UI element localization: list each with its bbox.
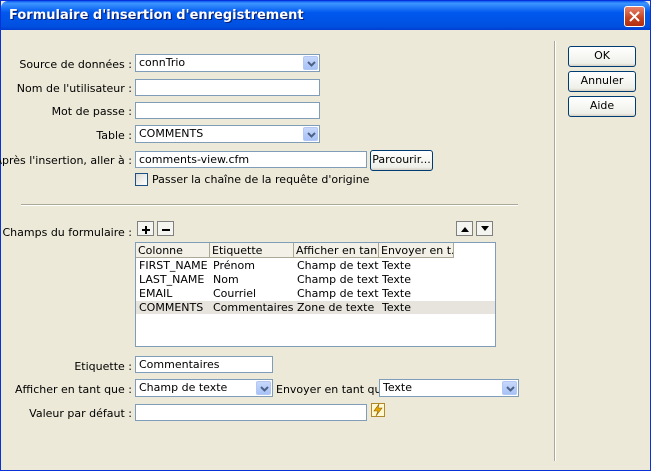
cell-afficher: Champ de texte bbox=[297, 287, 379, 300]
horizontal-divider bbox=[21, 204, 518, 206]
table-select-value: COMMENTS bbox=[139, 127, 204, 140]
vertical-divider bbox=[554, 41, 556, 461]
after-insert-label: Après l'insertion, aller à : bbox=[0, 154, 132, 167]
table-row[interactable]: EMAIL Courriel Champ de texte Texte bbox=[136, 287, 495, 300]
after-insert-input[interactable]: comments-view.cfm bbox=[135, 151, 367, 168]
cell-colonne: LAST_NAME bbox=[139, 273, 205, 286]
table-row-selected[interactable]: COMMENTS Commentaires Zone de texte Text… bbox=[136, 301, 495, 314]
user-input[interactable] bbox=[135, 79, 320, 96]
move-up-button[interactable] bbox=[456, 221, 473, 236]
triangle-up-icon bbox=[461, 227, 469, 232]
fields-label: Champs du formulaire : bbox=[2, 226, 133, 239]
cell-envoyer: Texte bbox=[382, 301, 412, 314]
etiquette-label: Etiquette : bbox=[74, 360, 132, 373]
user-label: Nom de l'utilisateur : bbox=[16, 82, 132, 95]
etiquette-input[interactable]: Commentaires bbox=[135, 356, 273, 373]
column-header[interactable]: Etiquette bbox=[210, 243, 294, 258]
pass-query-checkbox[interactable] bbox=[135, 173, 148, 186]
submit-as-value: Texte bbox=[383, 381, 413, 394]
display-as-select[interactable]: Champ de texte bbox=[135, 379, 273, 397]
cell-afficher: Zone de texte bbox=[297, 301, 375, 314]
close-icon bbox=[629, 11, 640, 22]
triangle-down-icon bbox=[481, 226, 489, 231]
chevron-down-icon bbox=[260, 386, 269, 392]
table-select[interactable]: COMMENTS bbox=[135, 125, 320, 143]
minus-icon bbox=[162, 229, 170, 231]
cell-etiquette: Prénom bbox=[213, 259, 255, 272]
display-as-dropdown-button[interactable] bbox=[256, 381, 271, 395]
browse-button[interactable]: Parcourir... bbox=[370, 150, 433, 171]
submit-as-label: Envoyer en tant que : bbox=[276, 383, 396, 396]
table-row[interactable]: LAST_NAME Nom Champ de texte Texte bbox=[136, 273, 495, 286]
fields-table[interactable]: Colonne Etiquette Afficher en tan... Env… bbox=[135, 242, 496, 347]
submit-as-dropdown-button[interactable] bbox=[502, 381, 517, 395]
dialog-window: Formulaire d'insertion d'enregistrement … bbox=[0, 0, 651, 471]
add-field-button[interactable] bbox=[137, 221, 154, 236]
column-header[interactable]: Afficher en tan... bbox=[294, 243, 379, 258]
cell-envoyer: Texte bbox=[382, 259, 412, 272]
display-as-label: Afficher en tant que : bbox=[15, 383, 132, 396]
cell-envoyer: Texte bbox=[382, 273, 412, 286]
cell-envoyer: Texte bbox=[382, 287, 412, 300]
table-row[interactable]: FIRST_NAME Prénom Champ de texte Texte bbox=[136, 259, 495, 272]
chevron-down-icon bbox=[307, 61, 316, 67]
cell-colonne: FIRST_NAME bbox=[139, 259, 208, 272]
source-dropdown-button[interactable] bbox=[303, 56, 318, 70]
cell-colonne: COMMENTS bbox=[139, 301, 204, 314]
window-title: Formulaire d'insertion d'enregistrement bbox=[9, 8, 304, 23]
submit-as-select[interactable]: Texte bbox=[379, 379, 519, 397]
cell-afficher: Champ de texte bbox=[297, 259, 379, 272]
table-header: Colonne Etiquette Afficher en tan... Env… bbox=[136, 243, 495, 258]
remove-field-button[interactable] bbox=[157, 221, 174, 236]
help-button[interactable]: Aide bbox=[568, 96, 636, 117]
display-as-value: Champ de texte bbox=[139, 381, 228, 394]
password-input[interactable] bbox=[135, 102, 320, 119]
cell-colonne: EMAIL bbox=[139, 287, 173, 300]
source-label: Source de données : bbox=[19, 58, 132, 71]
pass-query-label: Passer la chaîne de la requête d'origine bbox=[152, 173, 370, 186]
cell-etiquette: Courriel bbox=[213, 287, 257, 300]
chevron-down-icon bbox=[307, 132, 316, 138]
table-label: Table : bbox=[96, 129, 132, 142]
table-dropdown-button[interactable] bbox=[303, 127, 318, 141]
cell-etiquette: Commentaires bbox=[213, 301, 293, 314]
source-select-value: connTrio bbox=[139, 56, 186, 69]
cancel-button[interactable]: Annuler bbox=[568, 71, 636, 92]
plus-icon bbox=[142, 226, 150, 234]
source-select[interactable]: connTrio bbox=[135, 54, 320, 72]
chevron-down-icon bbox=[506, 386, 515, 392]
dynamic-data-button[interactable] bbox=[371, 403, 385, 417]
cell-afficher: Champ de texte bbox=[297, 273, 379, 286]
ok-button[interactable]: OK bbox=[568, 46, 636, 67]
move-down-button[interactable] bbox=[476, 221, 493, 236]
cell-etiquette: Nom bbox=[213, 273, 239, 286]
column-header[interactable]: Envoyer en t... bbox=[379, 243, 454, 258]
lightning-icon bbox=[371, 403, 385, 417]
default-value-label: Valeur par défaut : bbox=[29, 407, 132, 420]
password-label: Mot de passe : bbox=[51, 105, 132, 118]
close-button[interactable] bbox=[624, 6, 645, 27]
title-bar: Formulaire d'insertion d'enregistrement bbox=[1, 1, 650, 30]
column-header[interactable]: Colonne bbox=[136, 243, 210, 258]
default-value-input[interactable] bbox=[135, 404, 367, 421]
